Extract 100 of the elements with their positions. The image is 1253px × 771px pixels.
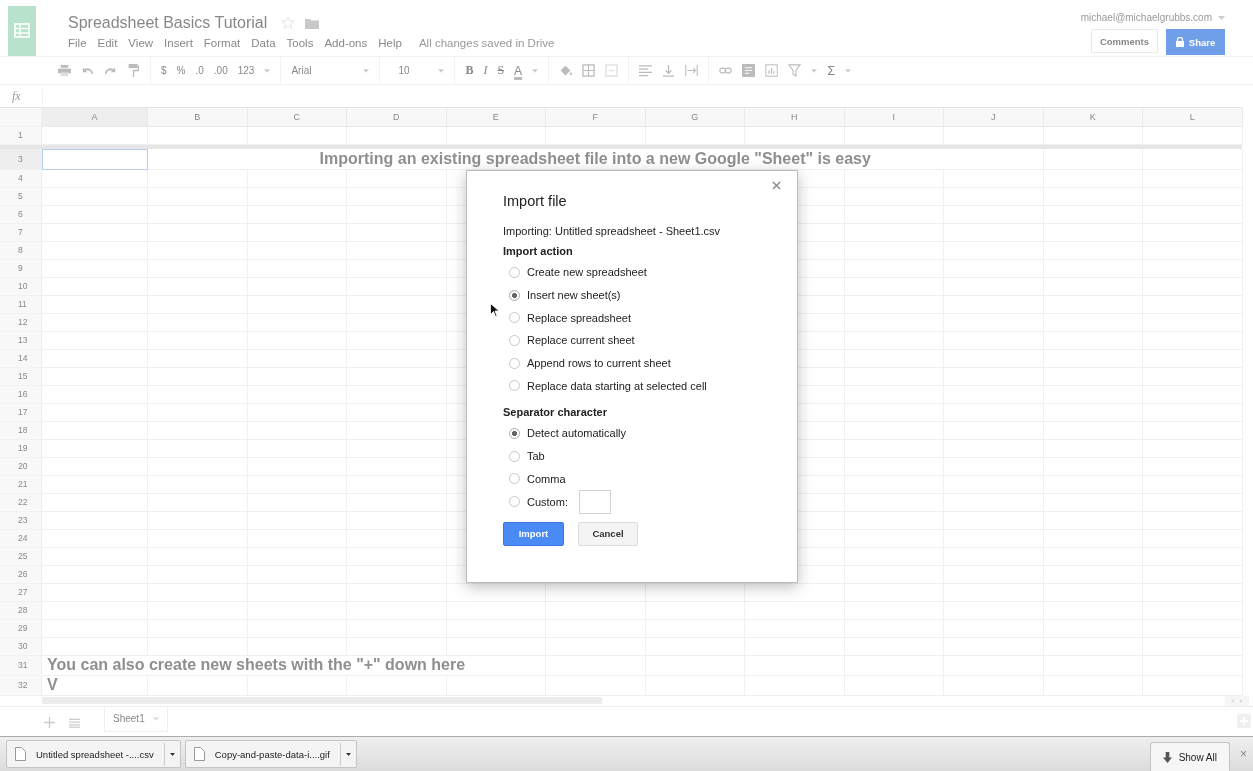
close-icon[interactable] (772, 181, 781, 190)
radio-button[interactable] (509, 266, 520, 278)
sheets-logo-icon[interactable] (8, 6, 36, 56)
download-item[interactable]: Untitled spreadsheet -....csv (6, 740, 181, 768)
grid-cell[interactable]: You can also create new sheets with the "+" down here (42, 655, 546, 676)
grid-cell[interactable] (745, 126, 845, 145)
menu-item[interactable]: View (128, 37, 154, 49)
fill-color-icon[interactable] (559, 64, 573, 78)
caret-icon[interactable] (438, 68, 445, 73)
sheet-list-icon[interactable] (69, 717, 80, 728)
download-item[interactable]: Copy-and-paste-data-i....gif (184, 740, 357, 768)
grid-cell[interactable] (1043, 126, 1143, 145)
caret-icon[interactable] (152, 716, 159, 721)
grid-cell[interactable] (645, 126, 745, 145)
radio-button[interactable] (509, 496, 520, 508)
text-wrap-icon[interactable] (685, 64, 699, 78)
column-header[interactable]: K (1043, 107, 1143, 127)
star-icon[interactable] (281, 16, 296, 30)
option-label[interactable]: Tab (527, 450, 545, 463)
radio-button[interactable] (509, 380, 520, 392)
option-label[interactable]: Detect automatically (527, 427, 627, 440)
account-email[interactable]: michael@michaelgrubbs.com (1080, 12, 1212, 23)
folder-icon[interactable] (305, 17, 320, 29)
radio-button[interactable] (509, 334, 520, 346)
caret-icon[interactable] (264, 68, 271, 73)
caret-icon[interactable] (1218, 15, 1225, 20)
chart-icon[interactable] (765, 64, 779, 78)
font-dropdown[interactable]: Arial (291, 65, 354, 77)
sheet-tab[interactable]: Sheet1 (104, 706, 168, 732)
scroll-arrows-icon[interactable] (1225, 695, 1249, 706)
text-style-button[interactable]: A (514, 63, 523, 78)
number-format-button[interactable]: % (176, 65, 186, 77)
column-header[interactable]: D (347, 107, 447, 127)
number-format-button[interactable]: $ (161, 65, 167, 77)
text-style-button[interactable]: B (465, 63, 474, 79)
row-number[interactable]: 3 (0, 148, 42, 170)
share-button[interactable]: Share (1166, 29, 1225, 55)
corner-cell[interactable] (0, 107, 42, 127)
font-size-dropdown[interactable]: 10 (390, 65, 429, 77)
menu-item[interactable]: File (68, 37, 87, 49)
radio-button[interactable] (509, 289, 520, 301)
row-number[interactable]: 32 (0, 675, 42, 696)
merge-cells-icon[interactable] (605, 64, 619, 78)
row-number[interactable]: 31 (0, 655, 42, 676)
paint-format-icon[interactable] (127, 64, 140, 78)
option-label[interactable]: Replace data starting at selected cell (527, 379, 707, 392)
option-label[interactable]: Insert new sheet(s) (527, 289, 621, 302)
option-label[interactable]: Comma (527, 472, 566, 485)
grid-cell[interactable] (347, 126, 447, 145)
custom-separator-field[interactable] (578, 489, 611, 514)
grid-cell[interactable] (247, 126, 347, 145)
column-header[interactable]: A (42, 107, 148, 127)
option-label[interactable]: Append rows to current sheet (527, 357, 671, 370)
functions-button[interactable]: Σ (827, 63, 836, 79)
column-header[interactable]: L (1143, 107, 1243, 127)
grid-cell[interactable] (1143, 126, 1243, 145)
grid-cell[interactable] (446, 126, 546, 145)
column-header[interactable]: B (148, 107, 248, 127)
radio-button[interactable] (509, 312, 520, 324)
align-icon[interactable] (639, 64, 653, 78)
add-sheet-icon[interactable] (44, 716, 55, 728)
cancel-button[interactable]: Cancel (578, 521, 638, 546)
number-format-button[interactable]: 123 (237, 65, 255, 77)
close-button[interactable]: × (1240, 747, 1247, 761)
grid-cell[interactable]: Importing an existing spreadsheet file into a new Google "Sheet" is easy (148, 148, 1044, 170)
document-title[interactable]: Spreadsheet Basics Tutorial (68, 14, 268, 32)
grid-cell[interactable] (148, 169, 248, 188)
number-format-button[interactable]: .0 (195, 65, 204, 77)
print-icon[interactable] (58, 64, 71, 78)
column-header[interactable]: H (745, 107, 845, 127)
grid-cell[interactable] (1043, 148, 1143, 170)
column-header[interactable]: I (844, 107, 944, 127)
option-label[interactable]: Custom: (527, 495, 568, 508)
menu-item[interactable]: Tools (286, 37, 314, 49)
grid-cell[interactable] (944, 126, 1044, 145)
menu-item[interactable]: Insert (164, 37, 193, 49)
menu-item[interactable]: Format (203, 37, 241, 49)
text-style-button[interactable]: S (497, 63, 505, 79)
column-header[interactable]: J (944, 107, 1044, 127)
grid-cell[interactable] (1143, 148, 1243, 170)
import-button[interactable]: Import (503, 521, 564, 546)
column-header[interactable]: G (645, 107, 745, 127)
caret-icon[interactable] (811, 68, 818, 73)
comments-button[interactable]: Comments (1090, 29, 1158, 53)
option-label[interactable]: Replace spreadsheet (527, 311, 631, 324)
menu-item[interactable]: Help (378, 37, 402, 49)
text-style-button[interactable]: I (483, 63, 488, 79)
comment-icon[interactable] (742, 64, 756, 78)
radio-button[interactable] (509, 473, 520, 485)
option-label[interactable]: Replace current sheet (527, 334, 635, 347)
filter-icon[interactable] (788, 64, 802, 78)
option-label[interactable]: Create new spreadsheet (527, 266, 647, 279)
vertical-align-icon[interactable] (662, 64, 676, 78)
caret-icon[interactable] (532, 68, 539, 73)
radio-button[interactable] (509, 427, 520, 439)
radio-button[interactable] (509, 450, 520, 462)
grid-cell[interactable] (844, 126, 944, 145)
column-header[interactable]: F (546, 107, 646, 127)
grid-cell[interactable]: V (42, 675, 148, 696)
menu-item[interactable]: Edit (97, 37, 118, 49)
